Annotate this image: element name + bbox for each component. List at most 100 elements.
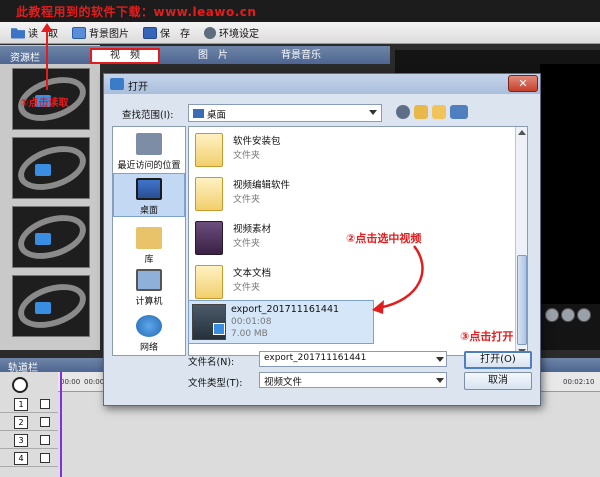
timeline-track: 1 [0, 396, 58, 413]
play-icon[interactable] [545, 308, 559, 322]
tab-bg-music[interactable]: 背景音乐 [266, 48, 336, 64]
settings-button[interactable]: 环境设定 [199, 24, 264, 42]
file-name: 软件安装包 [233, 136, 281, 147]
timeline-track: 2 [0, 414, 58, 431]
annotation-arrow-up [41, 23, 53, 90]
annotation-curve-arrow [372, 245, 424, 314]
save-label: 保 存 [160, 29, 190, 40]
folder-icon [195, 221, 223, 255]
ruler-tick-label: 00:02:10 [563, 378, 595, 386]
gear-icon [204, 26, 216, 39]
annotation-step3: ③点击打开 [460, 330, 514, 343]
file-name-value: export_201711161441 [264, 353, 367, 363]
place-network[interactable]: 网络 [113, 315, 185, 353]
new-folder-icon[interactable] [432, 105, 446, 119]
video-badge-icon [35, 233, 51, 245]
resource-tabs: 视 频 图 片 背景音乐 [90, 48, 354, 64]
background-image-button[interactable]: 背景图片 [67, 24, 134, 42]
file-type-label: 文件类型(T): [188, 378, 243, 389]
view-menu-icon[interactable] [450, 105, 468, 119]
place-computer[interactable]: 计算机 [113, 269, 185, 307]
save-button[interactable]: 保 存 [138, 24, 195, 42]
look-in-value: 桌面 [207, 110, 227, 121]
places-bar: 最近访问的位置 桌面 库 计算机 网络 [112, 126, 186, 356]
chevron-down-icon [369, 110, 377, 115]
computer-icon [136, 269, 162, 291]
resource-thumbnail[interactable] [12, 275, 90, 337]
stop-icon[interactable] [577, 308, 591, 322]
close-button[interactable]: ✕ [508, 75, 538, 92]
list-item[interactable]: 视频编辑软件 文件夹 [195, 175, 385, 215]
video-size: 7.00 MB [231, 329, 268, 339]
resource-thumbnails [12, 68, 90, 344]
tab-video[interactable]: 视 频 [90, 48, 160, 64]
resource-thumbnail[interactable] [12, 206, 90, 268]
timeline-playhead[interactable] [60, 372, 62, 477]
track-number: 4 [14, 452, 28, 465]
open-folder-icon [11, 28, 25, 39]
ruler-tick-label: 00:00 [60, 378, 81, 386]
toolbar: 读 取 背景图片 保 存 环境设定 [0, 22, 600, 44]
lock-icon[interactable] [40, 453, 50, 463]
player-controls [545, 308, 591, 322]
list-item[interactable]: 软件安装包 文件夹 [195, 131, 385, 171]
open-button[interactable]: 打开(O) [464, 351, 532, 369]
folder-icon [195, 177, 223, 211]
pause-icon[interactable] [561, 308, 575, 322]
navigation-icons [396, 105, 468, 119]
scroll-thumb[interactable] [517, 255, 527, 345]
place-desktop[interactable]: 桌面 [113, 173, 185, 217]
timeline-track: 4 [0, 450, 58, 467]
file-name-input[interactable]: export_201711161441 [259, 351, 447, 367]
look-in-select[interactable]: 桌面 [188, 104, 382, 122]
video-duration: 00:01:08 [231, 317, 272, 327]
video-file-icon [213, 323, 225, 335]
tab-image[interactable]: 图 片 [178, 48, 248, 64]
lock-icon[interactable] [40, 435, 50, 445]
file-type: 文件夹 [233, 239, 261, 249]
list-item[interactable]: 文本文档 文件夹 [195, 263, 385, 303]
back-icon[interactable] [396, 105, 410, 119]
recent-places-icon [136, 133, 162, 155]
place-label: 库 [144, 255, 154, 265]
desktop-icon [136, 178, 162, 200]
track-number: 2 [14, 416, 28, 429]
place-label: 最近访问的位置 [117, 161, 181, 171]
video-badge-icon [35, 302, 51, 314]
resource-thumbnail[interactable] [12, 137, 90, 199]
app-window: 此教程用到的软件下载：www.leawo.cn 读 取 背景图片 保 存 环境设… [0, 0, 600, 477]
selected-video-item[interactable]: export_201711161441 00:01:08 7.00 MB [188, 300, 374, 344]
file-type-select[interactable]: 视频文件 [259, 372, 447, 388]
preview-screen [540, 64, 600, 304]
file-type: 文件夹 [233, 151, 261, 161]
dialog-title: 打开 [128, 82, 148, 93]
library-icon [136, 227, 162, 249]
film-reel-icon [13, 207, 89, 267]
clock-icon [12, 377, 28, 393]
file-name: 文本文档 [233, 268, 272, 279]
resource-panel-title: 资源栏 [10, 53, 40, 64]
dialog-title-bar[interactable]: 打开 ✕ [104, 74, 540, 94]
open-file-dialog: 打开 ✕ 查找范围(I): 桌面 最近访问的位置 桌面 库 计算机 网络 软件安… [103, 73, 541, 406]
lock-icon[interactable] [40, 399, 50, 409]
place-recent[interactable]: 最近访问的位置 [113, 133, 185, 171]
file-type-value: 视频文件 [264, 377, 303, 388]
chevron-down-icon [436, 357, 444, 362]
place-library[interactable]: 库 [113, 227, 185, 265]
annotation-step1: ①点击读取 [20, 98, 69, 109]
file-type: 文件夹 [233, 195, 261, 205]
file-type: 文件夹 [233, 283, 261, 293]
place-label: 桌面 [139, 206, 158, 216]
desktop-icon [193, 109, 204, 118]
cancel-button[interactable]: 取消 [464, 372, 532, 390]
video-badge-icon [35, 164, 51, 176]
up-folder-icon[interactable] [414, 105, 428, 119]
scroll-up-icon[interactable] [518, 130, 526, 135]
read-button[interactable]: 读 取 [6, 24, 63, 42]
download-banner: 此教程用到的软件下载：www.leawo.cn [16, 5, 257, 19]
background-image-label: 背景图片 [89, 29, 129, 40]
lock-icon[interactable] [40, 417, 50, 427]
vertical-scrollbar[interactable] [515, 127, 527, 355]
app-icon [110, 78, 124, 90]
settings-label: 环境设定 [219, 29, 259, 40]
